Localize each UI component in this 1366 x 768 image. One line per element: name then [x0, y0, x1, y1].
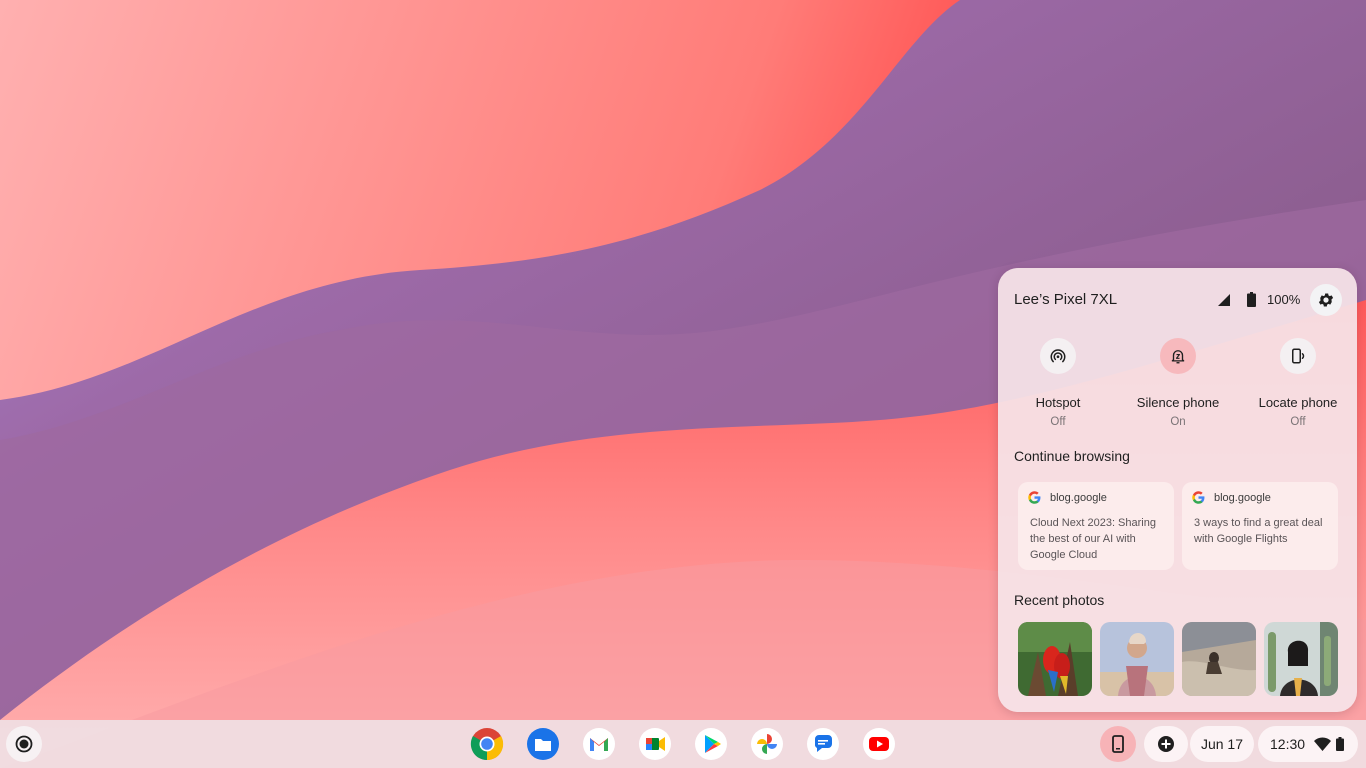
battery-icon — [1336, 737, 1345, 751]
hotspot-state: Off — [1050, 416, 1066, 428]
browsing-card[interactable]: blog.google Cloud Next 2023: Sharing the… — [1018, 482, 1174, 570]
locate-phone-icon — [1292, 348, 1305, 364]
photos-icon — [751, 728, 783, 760]
phone-hub-panel: Lee’s Pixel 7XL 100% Hotspot Off Silence… — [998, 268, 1357, 712]
bell-snooze-icon — [1171, 350, 1185, 364]
locate-phone-state: Off — [1290, 416, 1306, 428]
hotspot-action: Hotspot Off — [998, 338, 1118, 428]
card-domain: blog.google — [1214, 492, 1271, 504]
silence-phone-action: Silence phone On — [1118, 338, 1238, 428]
gmail-app[interactable] — [581, 726, 617, 762]
date-label: Jun 17 — [1200, 736, 1244, 752]
add-button[interactable] — [1144, 726, 1188, 762]
browsing-card[interactable]: blog.google 3 ways to find a great deal … — [1182, 482, 1338, 570]
date-tray[interactable]: Jun 17 — [1190, 726, 1254, 762]
photos-app[interactable] — [749, 726, 785, 762]
silence-phone-label: Silence phone — [1136, 395, 1220, 410]
meet-icon — [639, 728, 671, 760]
messages-app[interactable] — [805, 726, 841, 762]
phone-icon — [1112, 735, 1124, 753]
battery-icon — [1247, 292, 1256, 307]
chrome-app[interactable] — [469, 726, 505, 762]
silence-phone-toggle[interactable] — [1160, 338, 1196, 374]
chrome-icon — [470, 728, 504, 761]
shelf: Jun 17 12:30 — [0, 720, 1366, 768]
play-store-icon — [695, 728, 727, 760]
card-title: 3 ways to find a great deal with Google … — [1194, 517, 1323, 545]
files-app[interactable] — [525, 726, 561, 762]
play-store-app[interactable] — [693, 726, 729, 762]
photo-person-cactus[interactable] — [1264, 622, 1338, 696]
wifi-icon — [1314, 737, 1332, 751]
gmail-icon — [583, 728, 615, 760]
locate-phone-toggle[interactable] — [1280, 338, 1316, 374]
google-icon — [1192, 491, 1205, 504]
youtube-icon — [863, 728, 895, 760]
card-domain: blog.google — [1050, 492, 1107, 504]
google-icon — [1028, 491, 1041, 504]
phone-hub-button[interactable] — [1100, 726, 1136, 762]
card-title: Cloud Next 2023: Sharing the best of our… — [1030, 517, 1156, 561]
youtube-app[interactable] — [861, 726, 897, 762]
hotspot-icon — [1050, 349, 1066, 363]
locate-phone-action: Locate phone Off — [1238, 338, 1358, 428]
hotspot-toggle[interactable] — [1040, 338, 1076, 374]
launcher-icon — [15, 735, 33, 753]
phone-settings-button[interactable] — [1310, 284, 1342, 316]
photo-person-scarf[interactable] — [1100, 622, 1174, 696]
plus-circle-icon — [1158, 736, 1174, 752]
photo-macaws[interactable] — [1018, 622, 1092, 696]
meet-app[interactable] — [637, 726, 673, 762]
launcher-button[interactable] — [6, 726, 42, 762]
locate-phone-label: Locate phone — [1258, 395, 1338, 410]
files-icon — [527, 728, 559, 760]
photo-beach[interactable] — [1182, 622, 1256, 696]
hotspot-label: Hotspot — [1035, 395, 1081, 410]
silence-phone-state: On — [1170, 416, 1186, 428]
battery-level: 100% — [1267, 292, 1301, 307]
continue-browsing-title: Continue browsing — [1014, 448, 1130, 464]
messages-icon — [807, 728, 839, 760]
device-name: Lee’s Pixel 7XL — [1014, 291, 1118, 308]
status-tray[interactable]: 12:30 — [1258, 726, 1358, 762]
recent-photos-title: Recent photos — [1014, 592, 1105, 608]
signal-icon — [1218, 294, 1230, 306]
gear-icon — [1318, 293, 1334, 307]
time-label: 12:30 — [1270, 736, 1306, 752]
